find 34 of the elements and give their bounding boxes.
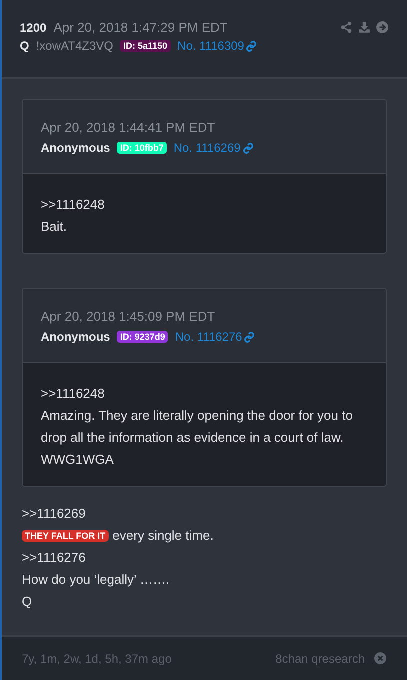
post-text: Bait. bbox=[41, 218, 68, 236]
post-text: >>1116248 bbox=[41, 196, 106, 214]
post-text: >>1116276 bbox=[22, 549, 87, 567]
post-link[interactable]: No. 1116276 bbox=[175, 330, 256, 344]
author-name: Q bbox=[20, 39, 30, 53]
id-badge: ID: 5a1150 bbox=[120, 40, 171, 52]
author-name: Anonymous bbox=[41, 330, 110, 344]
link-icon bbox=[242, 142, 254, 154]
arrow-right-icon[interactable] bbox=[376, 21, 389, 34]
link-icon bbox=[246, 40, 258, 52]
download-icon[interactable] bbox=[358, 21, 371, 34]
post-link[interactable]: No. 1116269 bbox=[174, 141, 254, 155]
post-link[interactable]: No. 1116309 bbox=[178, 39, 258, 53]
post-number: 1200 bbox=[20, 20, 47, 34]
post-text: >>1116269 bbox=[22, 505, 87, 523]
share-icon[interactable] bbox=[340, 21, 353, 34]
link-icon bbox=[244, 332, 256, 342]
post-text: Q bbox=[22, 593, 34, 611]
id-badge: ID: 10fbb7 bbox=[117, 142, 167, 154]
post-text: >>1116248 bbox=[41, 385, 106, 403]
post-date: Apr 20, 2018 1:44:41 PM EDT bbox=[41, 120, 216, 135]
post-text: How do you ‘legally’ ……. bbox=[22, 571, 171, 589]
close-icon[interactable] bbox=[374, 652, 387, 665]
id-badge: ID: 9237d9 bbox=[117, 331, 168, 343]
post-date: Apr 20, 2018 1:45:09 PM EDT bbox=[41, 309, 216, 324]
tripcode: !xowAT4Z3VQ bbox=[36, 39, 114, 53]
post-text: Amazing. They are literally opening the door for you to drop all the information as evidence in a court of law. bbox=[41, 407, 354, 447]
post-text: every single time. bbox=[112, 527, 214, 545]
post-text: WWG1WGA bbox=[41, 451, 115, 469]
author-name: Anonymous bbox=[41, 141, 110, 155]
highlight-tag: THEY FALL FOR IT bbox=[22, 530, 109, 542]
post-age: 7y, 1m, 2w, 1d, 5h, 37m ago bbox=[22, 652, 172, 666]
post-date: Apr 20, 2018 1:47:29 PM EDT bbox=[54, 20, 228, 35]
source-label: 8chan qresearch bbox=[276, 652, 365, 666]
